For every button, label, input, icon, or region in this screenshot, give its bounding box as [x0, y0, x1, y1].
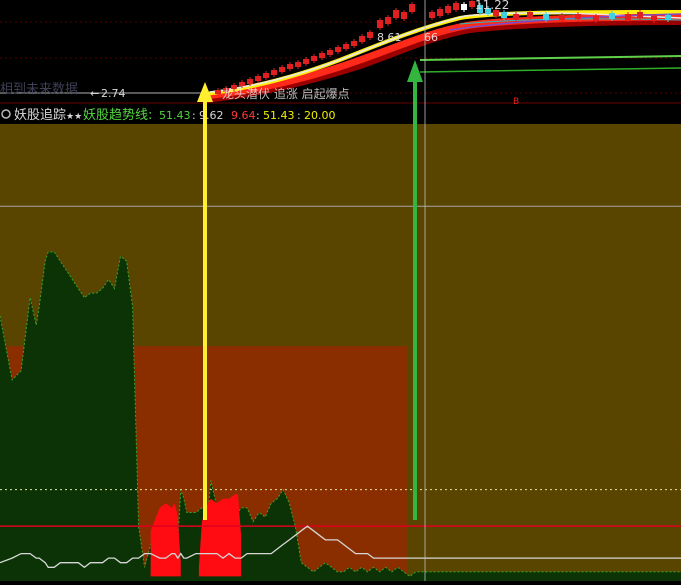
- header-separator: :: [297, 109, 301, 122]
- indicator-panel: [0, 124, 681, 581]
- header-value-5: 20.00: [304, 109, 336, 122]
- header-value-2: 9.62: [199, 109, 224, 122]
- header-value-3: 9.64: [231, 109, 256, 122]
- indicator-name: 妖股追踪: [14, 107, 66, 123]
- indicator-header: 妖股追踪 ★★ 妖股趋势线: 51.43 : 9.62 9.64 : 51.43…: [0, 105, 681, 124]
- price-panel: 11.22 8.61 66 ← 2.74 相到未来数据 龙头潜伏 追涨 启起爆点…: [0, 0, 681, 107]
- high-price-label: 11.22: [475, 0, 509, 12]
- mid-price-label-right: 66: [424, 31, 438, 44]
- series-label: 妖股趋势线:: [83, 107, 152, 123]
- header-value-4: 51.43: [263, 109, 295, 122]
- low-price-arrow: ←: [90, 87, 99, 100]
- indicator-chart: 11.22 8.61 66 ← 2.74 相到未来数据 龙头潜伏 追涨 启起爆点…: [0, 0, 681, 581]
- chart-canvas: 11.22 8.61 66 ← 2.74 相到未来数据 龙头潜伏 追涨 启起爆点…: [0, 0, 681, 581]
- header-value-1: 51.43: [159, 109, 191, 122]
- faded-caption-mid: 龙头潜伏 追涨 启起爆点: [222, 86, 350, 101]
- low-price-label: 2.74: [101, 87, 126, 100]
- indicator-stars: ★★: [66, 112, 82, 122]
- mid-price-label-left: 8.61: [377, 31, 402, 44]
- header-separator: :: [256, 109, 260, 122]
- header-separator: :: [192, 109, 196, 122]
- faded-caption-left: 相到未来数据: [0, 82, 78, 97]
